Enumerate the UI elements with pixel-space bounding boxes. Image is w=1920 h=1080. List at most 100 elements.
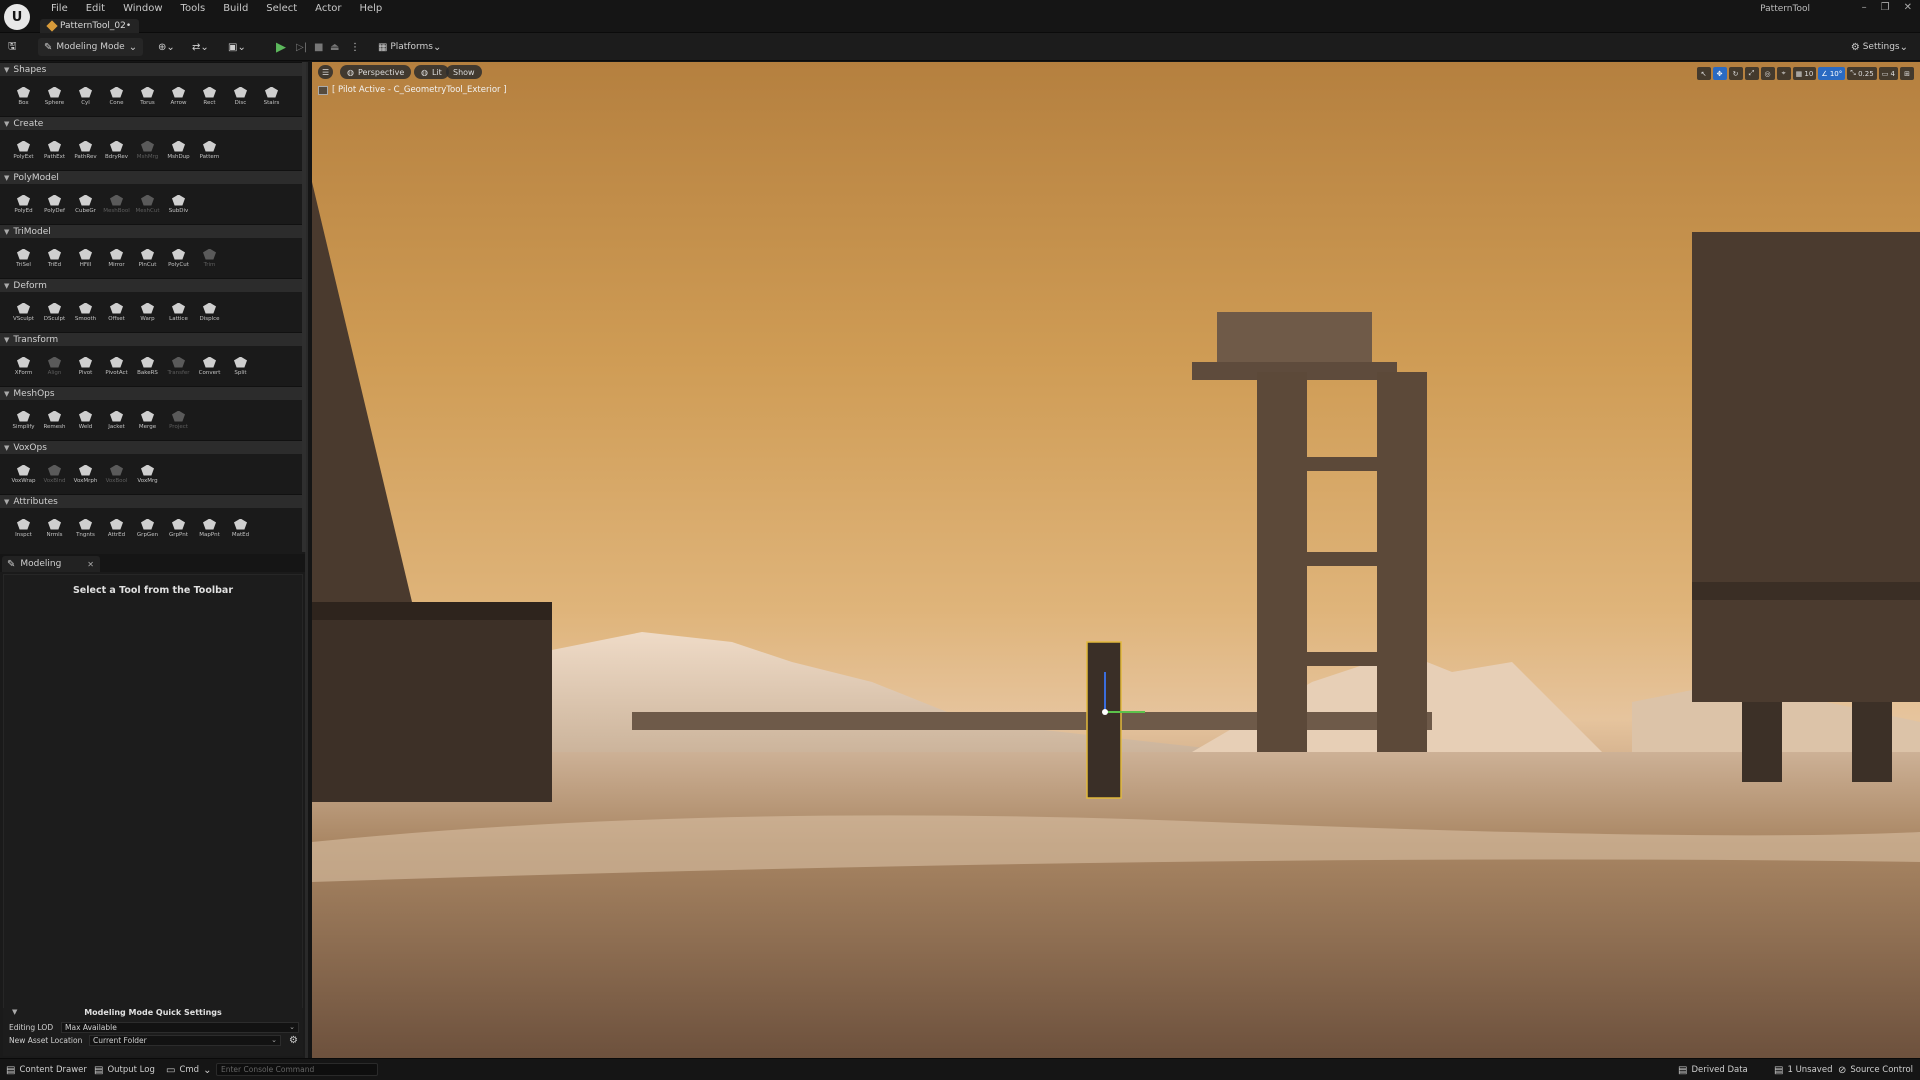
close-icon[interactable]: ✕ xyxy=(1904,2,1912,13)
tool-button[interactable]: VSculpt xyxy=(8,302,39,322)
level-document-tab[interactable]: PatternTool_02• xyxy=(40,19,140,33)
platforms-button[interactable]: ▦ Platforms ⌄ xyxy=(378,38,441,56)
menu-window[interactable]: Window xyxy=(114,2,171,16)
output-log-button[interactable]: ▤ Output Log xyxy=(94,1063,155,1077)
derived-data-button[interactable]: ▤ Derived Data xyxy=(1678,1063,1748,1077)
menu-edit[interactable]: Edit xyxy=(77,2,114,16)
source-control-button[interactable]: ⊘ Source Control xyxy=(1838,1063,1913,1077)
cinematics-icon[interactable]: ▣⌄ xyxy=(228,38,246,56)
tool-button[interactable]: PolyExt xyxy=(8,140,39,160)
tool-button[interactable]: Pattern xyxy=(194,140,225,160)
tool-button[interactable]: HFill xyxy=(70,248,101,268)
palette-scrollbar[interactable] xyxy=(302,62,306,552)
tool-button[interactable]: MeshCut xyxy=(132,194,163,214)
tool-button[interactable]: Transfer xyxy=(163,356,194,376)
palette-section-header[interactable]: ▼ Transform xyxy=(0,332,302,346)
tool-button[interactable]: Weld xyxy=(70,410,101,430)
tool-button[interactable]: Sphere xyxy=(39,86,70,106)
scale-snap-button[interactable]: ⤡ 0.25 xyxy=(1847,67,1877,80)
camera-speed-button[interactable]: ▭ 4 xyxy=(1878,67,1898,80)
tool-button[interactable]: Split xyxy=(225,356,256,376)
tool-button[interactable]: PolyCut xyxy=(163,248,194,268)
step-icon[interactable]: ▷| xyxy=(296,38,307,56)
tool-button[interactable]: Inspct xyxy=(8,518,39,538)
surface-snap-icon[interactable]: ⌖ xyxy=(1776,67,1791,80)
menu-build[interactable]: Build xyxy=(214,2,257,16)
tool-button[interactable]: Box xyxy=(8,86,39,106)
eject-icon[interactable]: ⏏ xyxy=(330,38,339,56)
minimize-icon[interactable]: – xyxy=(1862,2,1867,13)
tool-button[interactable]: XForm xyxy=(8,356,39,376)
palette-section-header[interactable]: ▼ MeshOps xyxy=(0,386,302,400)
palette-section-header[interactable]: ▼ TriModel xyxy=(0,224,302,238)
tool-button[interactable]: GrpPnt xyxy=(163,518,194,538)
tool-button[interactable]: PathRev xyxy=(70,140,101,160)
console-command-input[interactable]: Enter Console Command xyxy=(216,1063,378,1076)
scale-mode-icon[interactable]: ⤢ xyxy=(1744,67,1759,80)
tool-button[interactable]: MatEd xyxy=(225,518,256,538)
tool-button[interactable]: Convert xyxy=(194,356,225,376)
tool-button[interactable]: Jacket xyxy=(101,410,132,430)
tool-button[interactable]: VoxBool xyxy=(101,464,132,484)
level-viewport[interactable]: ☰ ◍ Perspective ◍ Lit Show ↖ ✥ ↻ ⤢ ◎ ⌖ ▦… xyxy=(312,62,1920,1058)
tool-button[interactable]: TriEd xyxy=(39,248,70,268)
menu-actor[interactable]: Actor xyxy=(306,2,350,16)
tool-button[interactable]: BdryRev xyxy=(101,140,132,160)
tool-button[interactable]: Smooth xyxy=(70,302,101,322)
tool-button[interactable]: MeshBool xyxy=(101,194,132,214)
tool-button[interactable]: PivotAct xyxy=(101,356,132,376)
tool-button[interactable]: VoxMrph xyxy=(70,464,101,484)
gear-icon[interactable]: ⚙ xyxy=(289,1035,298,1046)
tool-button[interactable]: Cyl xyxy=(70,86,101,106)
tool-button[interactable]: MshMrg xyxy=(132,140,163,160)
perspective-button[interactable]: ◍ Perspective xyxy=(340,65,412,79)
tool-button[interactable]: Project xyxy=(163,410,194,430)
tool-button[interactable]: Pivot xyxy=(70,356,101,376)
rotation-snap-button[interactable]: ∠ 10° xyxy=(1818,67,1846,80)
modeling-tab[interactable]: ✎ Modeling ✕ xyxy=(2,556,100,572)
tool-button[interactable]: Merge xyxy=(132,410,163,430)
tool-button[interactable]: VoxWrap xyxy=(8,464,39,484)
pilot-active-label[interactable]: [ Pilot Active - C_GeometryTool_Exterior… xyxy=(318,84,507,96)
palette-section-header[interactable]: ▼ PolyModel xyxy=(0,170,302,184)
menu-select[interactable]: Select xyxy=(257,2,306,16)
restore-icon[interactable]: ❐ xyxy=(1881,2,1890,13)
tool-button[interactable]: Offset xyxy=(101,302,132,322)
add-actor-icon[interactable]: ⊕⌄ xyxy=(158,38,175,56)
close-icon[interactable]: ✕ xyxy=(87,560,94,569)
mode-selector-button[interactable]: ✎ Modeling Mode ⌄ xyxy=(38,38,144,56)
tool-button[interactable]: Displce xyxy=(194,302,225,322)
tool-button[interactable]: MshDup xyxy=(163,140,194,160)
lit-button[interactable]: ◍ Lit xyxy=(414,65,449,79)
menu-tools[interactable]: Tools xyxy=(172,2,215,16)
blueprint-icon[interactable]: ⇄⌄ xyxy=(192,38,209,56)
cmd-button[interactable]: ▭ Cmd ⌄ xyxy=(166,1063,211,1077)
tool-button[interactable]: TriSel xyxy=(8,248,39,268)
tool-button[interactable]: Nrmls xyxy=(39,518,70,538)
show-button[interactable]: Show xyxy=(446,65,482,79)
palette-section-header[interactable]: ▼ Create xyxy=(0,116,302,130)
tool-button[interactable]: Stairs xyxy=(256,86,287,106)
tool-button[interactable]: PolyEd xyxy=(8,194,39,214)
tool-button[interactable]: DSculpt xyxy=(39,302,70,322)
tool-button[interactable]: VoxMrg xyxy=(132,464,163,484)
tool-button[interactable]: PolyDef xyxy=(39,194,70,214)
tool-button[interactable]: PlnCut xyxy=(132,248,163,268)
tool-button[interactable]: GrpGen xyxy=(132,518,163,538)
tool-button[interactable]: Arrow xyxy=(163,86,194,106)
world-space-icon[interactable]: ◎ xyxy=(1760,67,1775,80)
tool-button[interactable]: PathExt xyxy=(39,140,70,160)
unreal-logo-icon[interactable]: U xyxy=(4,4,30,30)
asset-location-select[interactable]: Current Folder ⌄ xyxy=(89,1034,281,1046)
unsaved-button[interactable]: ▤ 1 Unsaved xyxy=(1774,1063,1832,1077)
save-icon[interactable]: 🖫 xyxy=(8,38,17,56)
tool-button[interactable]: Warp xyxy=(132,302,163,322)
menu-help[interactable]: Help xyxy=(350,2,391,16)
stop-icon[interactable]: ■ xyxy=(314,38,323,56)
palette-section-header[interactable]: ▼ Deform xyxy=(0,278,302,292)
play-icon[interactable]: ▶ xyxy=(276,38,286,56)
content-drawer-button[interactable]: ▤ Content Drawer xyxy=(6,1063,87,1077)
select-mode-icon[interactable]: ↖ xyxy=(1696,67,1711,80)
palette-section-header[interactable]: ▼ VoxOps xyxy=(0,440,302,454)
tool-button[interactable]: SubDiv xyxy=(163,194,194,214)
